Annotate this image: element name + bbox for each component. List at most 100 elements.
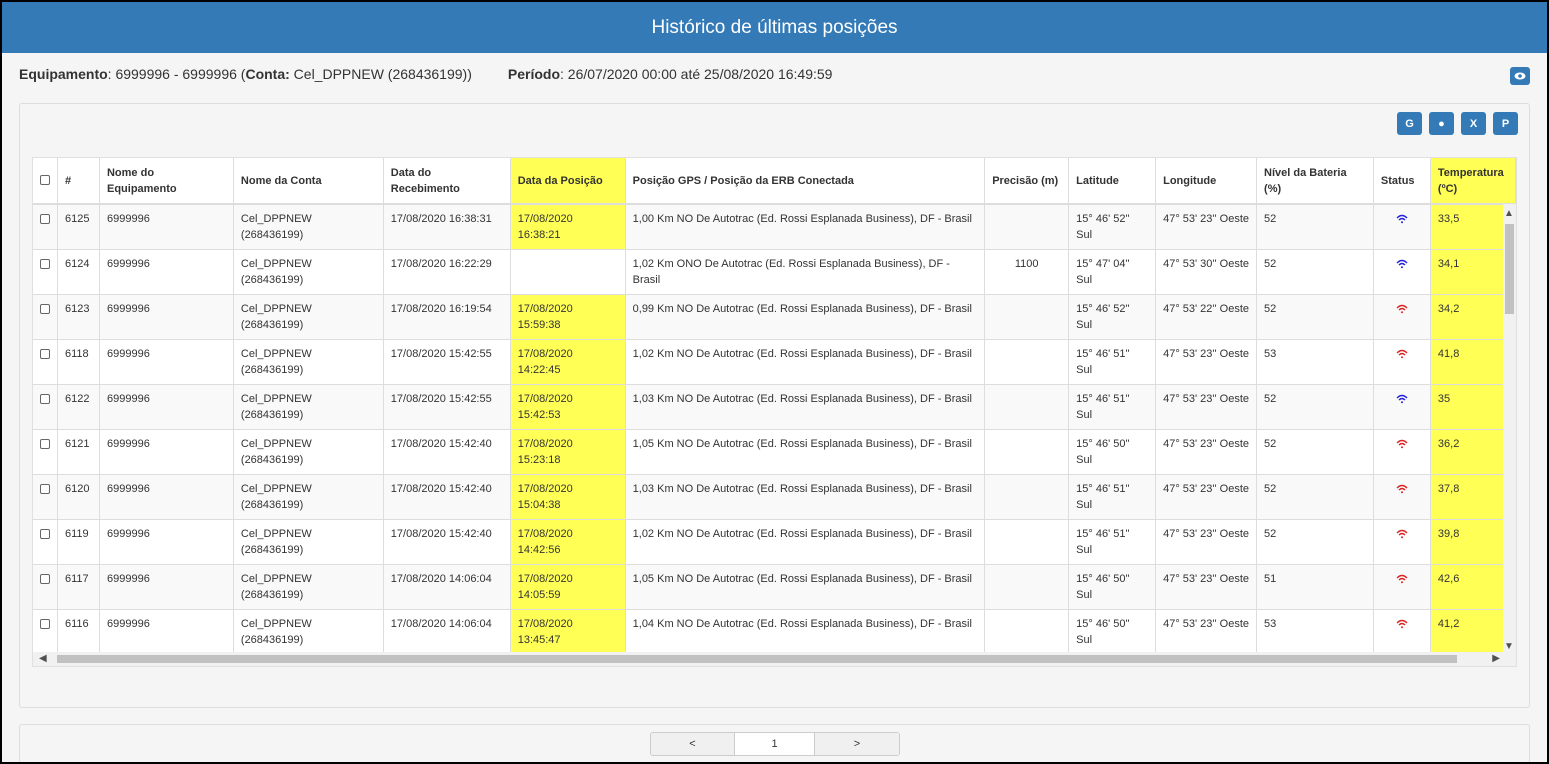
col-header-status[interactable]: Status xyxy=(1373,158,1431,205)
table-row[interactable]: 6122 6999996 Cel_DPPNEW (268436199) 17/08/2… xyxy=(33,384,1516,430)
cell-equipment: 6999996 xyxy=(99,294,234,340)
export-toolbar: G ● X P xyxy=(1397,112,1518,135)
cell-account: Cel_DPPNEW (268436199) xyxy=(233,474,384,520)
signal-icon xyxy=(1396,529,1408,539)
cell-position-date xyxy=(510,249,626,295)
row-checkbox-cell[interactable] xyxy=(33,249,58,295)
globe-button[interactable]: ● xyxy=(1429,112,1454,135)
cell-status xyxy=(1373,474,1431,520)
vertical-scroll-thumb[interactable] xyxy=(1505,224,1514,314)
cell-longitude: 47° 53' 30'' Oeste xyxy=(1155,249,1258,295)
scroll-down-icon[interactable]: ▼ xyxy=(1504,641,1514,652)
table-row[interactable]: 6124 6999996 Cel_DPPNEW (268436199) 17/08/2… xyxy=(33,249,1516,295)
col-header-longitude[interactable]: Longitude xyxy=(1155,158,1258,205)
table-row[interactable]: 6118 6999996 Cel_DPPNEW (268436199) 17/08/2… xyxy=(33,339,1516,385)
cell-battery: 52 xyxy=(1256,384,1374,430)
row-checkbox-cell[interactable] xyxy=(33,339,58,385)
col-header-received[interactable]: Data do Recebimento xyxy=(383,158,511,205)
table-container[interactable]: # Nome do Equipamento Nome da Conta Data… xyxy=(32,157,1517,667)
cell-gps-position: 1,00 Km NO De Autotrac (Ed. Rossi Esplan… xyxy=(625,204,986,250)
col-header-temperature[interactable]: Temperatura (ºC) xyxy=(1430,158,1516,205)
row-checkbox[interactable] xyxy=(40,304,50,314)
col-header-latitude[interactable]: Latitude xyxy=(1068,158,1157,205)
cell-precision xyxy=(984,474,1070,520)
cell-equipment: 6999996 xyxy=(99,609,234,655)
row-checkbox-cell[interactable] xyxy=(33,204,58,250)
row-checkbox-cell[interactable] xyxy=(33,564,58,610)
cell-latitude: 15° 46' 51'' Sul xyxy=(1068,339,1157,385)
row-checkbox[interactable] xyxy=(40,619,50,629)
cell-gps-position: 1,02 Km NO De Autotrac (Ed. Rossi Esplan… xyxy=(625,519,986,565)
cell-latitude: 15° 46' 52'' Sul xyxy=(1068,204,1157,250)
table-row[interactable]: 6117 6999996 Cel_DPPNEW (268436199) 17/08/2… xyxy=(33,564,1516,610)
next-page-button[interactable]: > xyxy=(815,733,899,755)
table-row[interactable]: 6121 6999996 Cel_DPPNEW (268436199) 17/08/2… xyxy=(33,429,1516,475)
vertical-scrollbar[interactable]: ▲ ▼ xyxy=(1503,204,1516,656)
col-header-position-date[interactable]: Data da Posição xyxy=(510,158,626,205)
horizontal-scrollbar[interactable]: ◀ ▶ xyxy=(33,652,1516,666)
row-checkbox[interactable] xyxy=(40,484,50,494)
row-checkbox-cell[interactable] xyxy=(33,474,58,520)
select-all-checkbox-cell[interactable] xyxy=(33,158,58,205)
row-checkbox-cell[interactable] xyxy=(33,384,58,430)
row-checkbox[interactable] xyxy=(40,214,50,224)
cell-received: 17/08/2020 15:42:55 xyxy=(383,384,511,430)
pagination: < 1 > xyxy=(650,732,900,756)
export-excel-button[interactable]: X xyxy=(1461,112,1486,135)
export-pdf-button[interactable]: P xyxy=(1493,112,1518,135)
cell-status xyxy=(1373,429,1431,475)
cell-gps-position: 1,04 Km NO De Autotrac (Ed. Rossi Esplan… xyxy=(625,609,986,655)
scroll-right-icon[interactable]: ▶ xyxy=(1492,653,1500,664)
row-checkbox-cell[interactable] xyxy=(33,609,58,655)
select-all-checkbox[interactable] xyxy=(40,174,50,185)
cell-account: Cel_DPPNEW (268436199) xyxy=(233,609,384,655)
cell-account: Cel_DPPNEW (268436199) xyxy=(233,249,384,295)
horizontal-scroll-thumb[interactable] xyxy=(57,655,1457,663)
cell-gps-position: 1,03 Km NO De Autotrac (Ed. Rossi Esplan… xyxy=(625,384,986,430)
cell-latitude: 15° 46' 51'' Sul xyxy=(1068,519,1157,565)
signal-icon xyxy=(1396,484,1408,494)
row-checkbox-cell[interactable] xyxy=(33,429,58,475)
table-row[interactable]: 6116 6999996 Cel_DPPNEW (268436199) 17/08/2… xyxy=(33,609,1516,655)
google-maps-button[interactable]: G xyxy=(1397,112,1422,135)
col-header-battery[interactable]: Nível da Bateria (%) xyxy=(1256,158,1374,205)
table-row[interactable]: 6119 6999996 Cel_DPPNEW (268436199) 17/08/2… xyxy=(33,519,1516,565)
table-row[interactable]: 6120 6999996 Cel_DPPNEW (268436199) 17/08/2… xyxy=(33,474,1516,520)
cell-received: 17/08/2020 15:42:55 xyxy=(383,339,511,385)
col-header-gps-position[interactable]: Posição GPS / Posição da ERB Conectada xyxy=(625,158,986,205)
signal-icon xyxy=(1396,304,1408,314)
row-checkbox-cell[interactable] xyxy=(33,519,58,565)
current-page[interactable]: 1 xyxy=(735,733,815,755)
row-checkbox[interactable] xyxy=(40,394,50,404)
signal-icon xyxy=(1396,214,1408,224)
col-header-equipment[interactable]: Nome do Equipamento xyxy=(99,158,234,205)
toggle-view-button[interactable] xyxy=(1510,67,1530,85)
cell-battery: 53 xyxy=(1256,609,1374,655)
row-checkbox[interactable] xyxy=(40,349,50,359)
scroll-up-icon[interactable]: ▲ xyxy=(1504,208,1514,219)
cell-gps-position: 1,05 Km NO De Autotrac (Ed. Rossi Esplan… xyxy=(625,564,986,610)
cell-account: Cel_DPPNEW (268436199) xyxy=(233,384,384,430)
cell-id: 6117 xyxy=(57,564,100,610)
cell-id: 6125 xyxy=(57,204,100,250)
prev-page-button[interactable]: < xyxy=(651,733,735,755)
col-header-account[interactable]: Nome da Conta xyxy=(233,158,384,205)
signal-icon xyxy=(1396,619,1408,629)
cell-precision xyxy=(984,519,1070,565)
table-row[interactable]: 6125 6999996 Cel_DPPNEW (268436199) 17/08/2… xyxy=(33,204,1516,250)
scroll-left-icon[interactable]: ◀ xyxy=(39,653,47,664)
row-checkbox[interactable] xyxy=(40,529,50,539)
table-row[interactable]: 6123 6999996 Cel_DPPNEW (268436199) 17/08/2… xyxy=(33,294,1516,340)
row-checkbox[interactable] xyxy=(40,259,50,269)
cell-equipment: 6999996 xyxy=(99,339,234,385)
cell-battery: 53 xyxy=(1256,339,1374,385)
row-checkbox-cell[interactable] xyxy=(33,294,58,340)
row-checkbox[interactable] xyxy=(40,574,50,584)
cell-gps-position: 1,05 Km NO De Autotrac (Ed. Rossi Esplan… xyxy=(625,429,986,475)
col-header-id[interactable]: # xyxy=(57,158,100,205)
cell-id: 6123 xyxy=(57,294,100,340)
col-header-precision[interactable]: Precisão (m) xyxy=(984,158,1070,205)
table-header-row: # Nome do Equipamento Nome da Conta Data… xyxy=(33,158,1516,205)
row-checkbox[interactable] xyxy=(40,439,50,449)
info-bar: Equipamento: 6999996 - 6999996 (Conta: C… xyxy=(19,66,832,82)
